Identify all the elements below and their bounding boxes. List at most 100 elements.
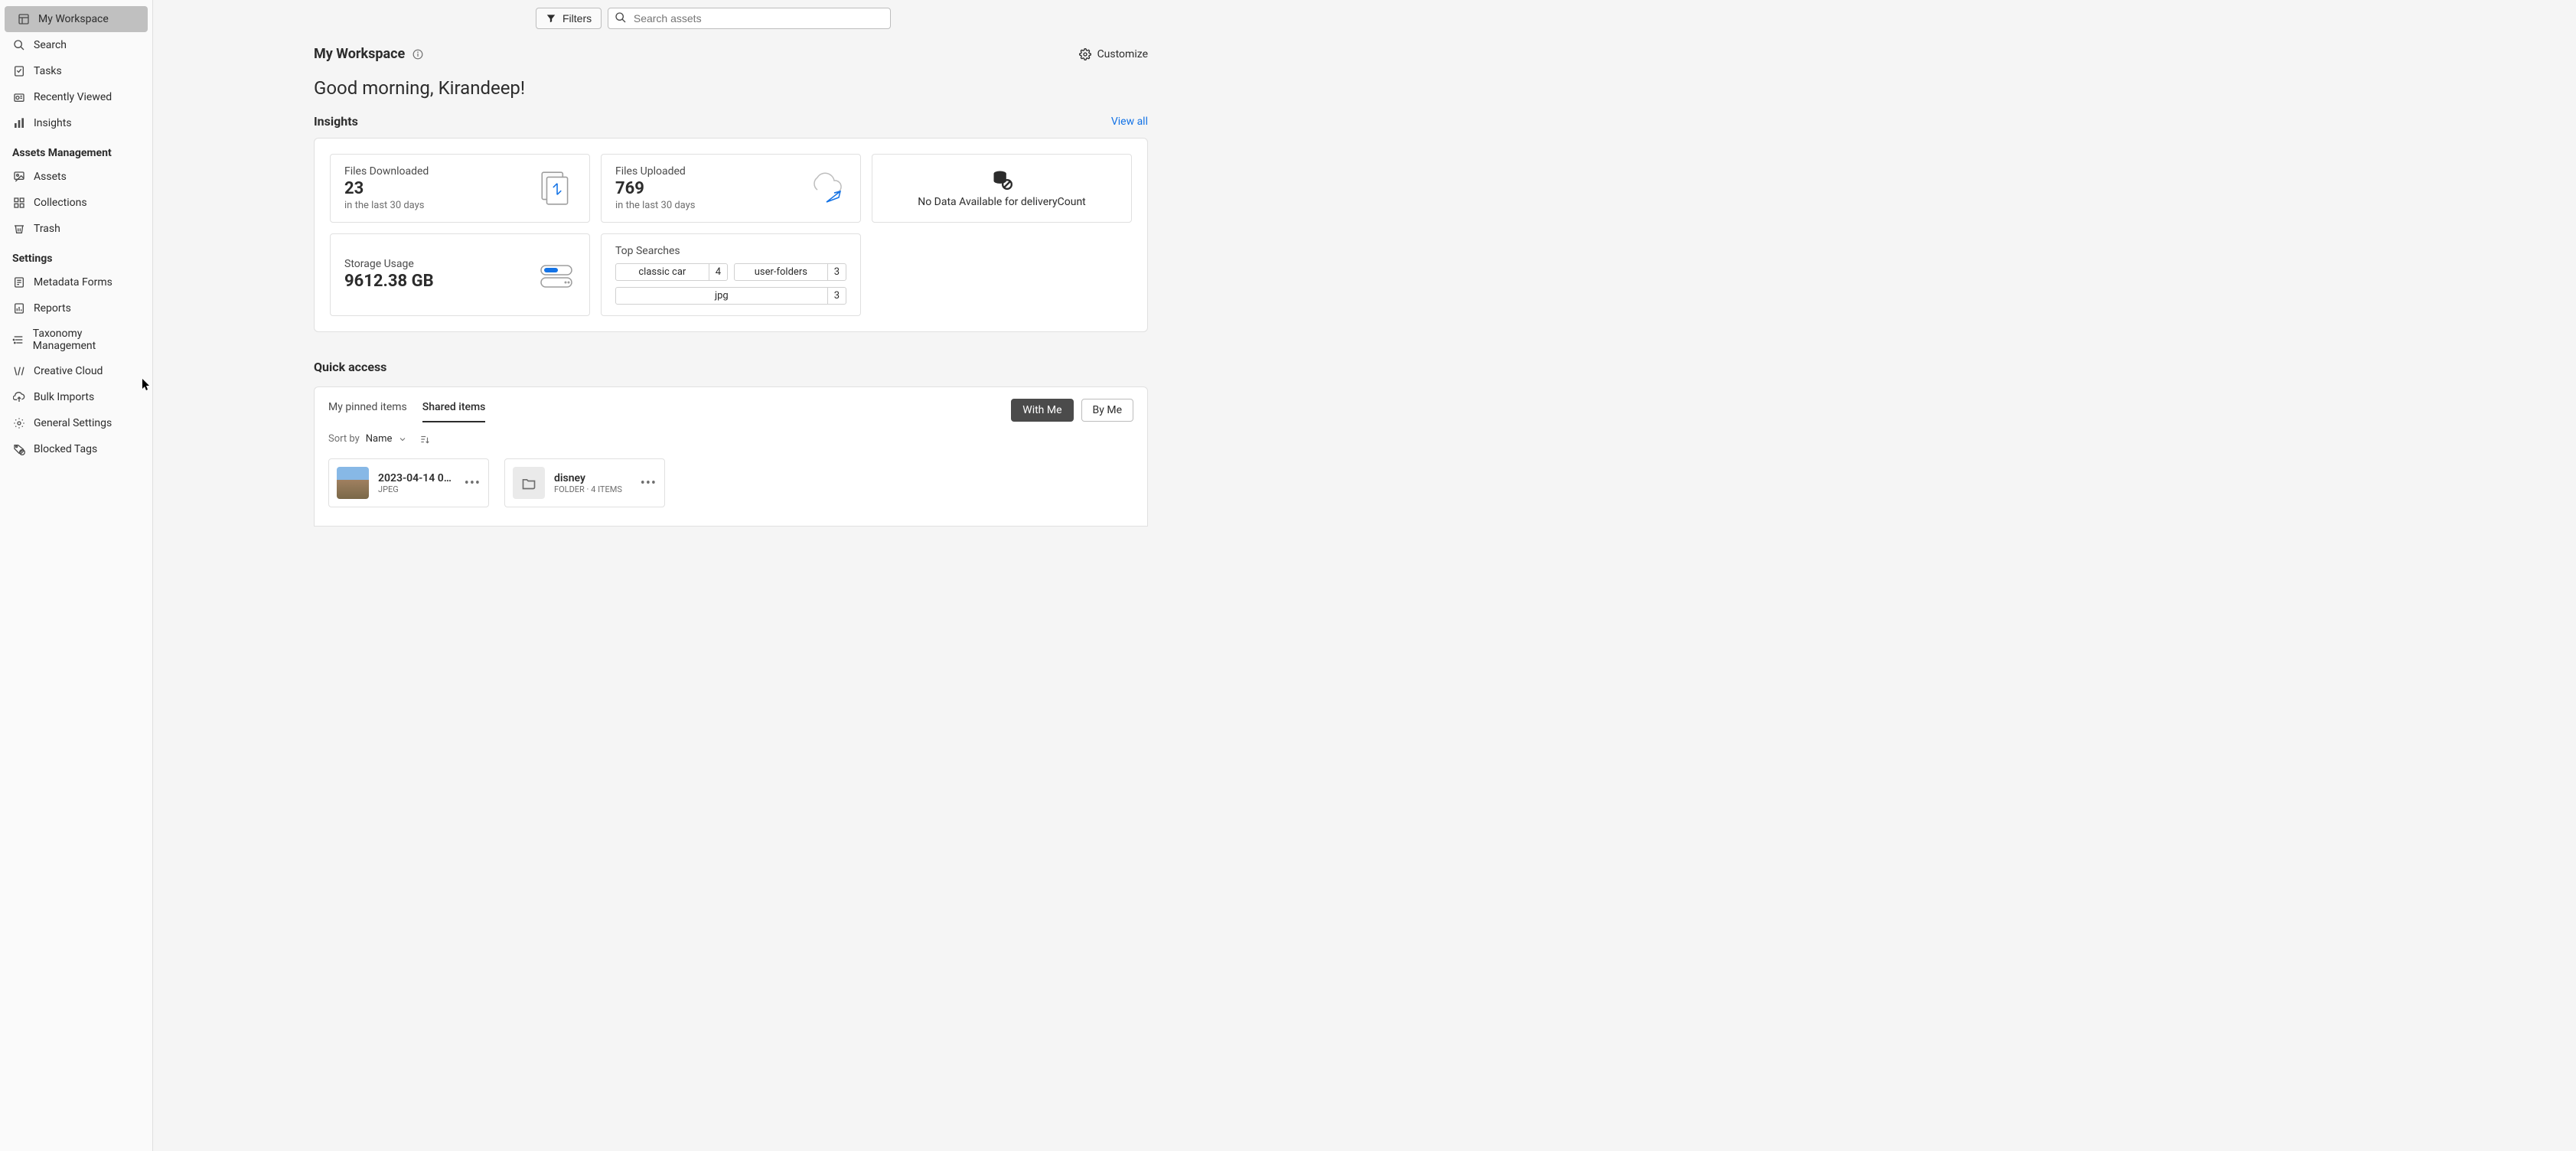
- share-toggle: With Me By Me: [1011, 399, 1133, 422]
- quick-access-panel: My pinned items Shared items With Me By Me…: [314, 386, 1148, 527]
- more-icon[interactable]: •••: [641, 475, 657, 491]
- tag-count: 3: [827, 264, 846, 280]
- sidebar-item-bulk-imports[interactable]: Bulk Imports: [0, 384, 152, 410]
- header-row: My Workspace Customize: [314, 46, 1148, 62]
- main-area: Filters My Workspace Customize: [153, 0, 2576, 1151]
- item-meta: JPEG: [378, 484, 455, 494]
- storage-icon: [537, 259, 576, 290]
- insight-storage: Storage Usage 9612.38 GB: [330, 233, 590, 316]
- sidebar-item-insights[interactable]: Insights: [0, 110, 152, 136]
- topbar: Filters: [153, 0, 2576, 37]
- search-box[interactable]: [608, 8, 891, 29]
- sidebar-item-label: Tasks: [34, 65, 62, 77]
- insight-label: Storage Usage: [344, 258, 434, 270]
- search-tag[interactable]: user-folders3: [734, 263, 846, 281]
- creativecloud-icon: [12, 364, 26, 378]
- item-name: disney: [554, 472, 631, 484]
- more-icon[interactable]: •••: [465, 475, 481, 491]
- sidebar-section-title: Assets Management: [0, 136, 152, 164]
- item-name: 2023-04-14 05.1…: [378, 472, 455, 484]
- sort-row: Sort by Name: [328, 433, 1133, 445]
- search-icon: [615, 11, 628, 25]
- view-all-link[interactable]: View all: [1111, 116, 1148, 128]
- assets-icon: [12, 170, 26, 184]
- trash-icon: [12, 222, 26, 236]
- sort-direction-icon[interactable]: [419, 434, 430, 445]
- sidebar-item-my-workspace[interactable]: My Workspace: [5, 6, 148, 32]
- sidebar-item-reports[interactable]: Reports: [0, 295, 152, 321]
- tab-shared-items[interactable]: Shared items: [422, 398, 486, 422]
- sidebar-item-collections[interactable]: Collections: [0, 190, 152, 216]
- reports-icon: [12, 302, 26, 315]
- quick-access-title: Quick access: [314, 360, 1148, 374]
- sidebar-item-label: Insights: [34, 117, 72, 129]
- sidebar-item-label: My Workspace: [38, 13, 109, 25]
- search-tag[interactable]: classic car4: [615, 263, 728, 281]
- toggle-by-me[interactable]: By Me: [1081, 399, 1133, 422]
- upload-icon: [804, 169, 846, 207]
- sidebar-section-title: Settings: [0, 242, 152, 269]
- sidebar-item-label: Blocked Tags: [34, 443, 97, 455]
- sidebar-item-creative-cloud[interactable]: Creative Cloud: [0, 358, 152, 384]
- items-row: 2023-04-14 05.1…JPEG•••disneyFOLDER · 4 …: [328, 458, 1133, 507]
- folder-icon: [513, 467, 545, 499]
- tab-my-pinned-items[interactable]: My pinned items: [328, 398, 407, 422]
- sidebar-item-label: Trash: [34, 223, 60, 235]
- sort-value[interactable]: Name: [366, 433, 393, 445]
- tag-count: 4: [709, 264, 727, 280]
- sidebar-item-search[interactable]: Search: [0, 32, 152, 58]
- tag-count: 3: [827, 288, 846, 304]
- download-icon: [537, 169, 576, 207]
- taxonomy-icon: [12, 333, 25, 347]
- no-data-icon: [991, 168, 1012, 190]
- insights-title: Insights: [314, 114, 358, 129]
- insight-value: 9612.38 GB: [344, 272, 434, 291]
- sidebar-item-label: Recently Viewed: [34, 91, 112, 103]
- info-icon[interactable]: [412, 49, 423, 60]
- tag-label: jpg: [616, 288, 827, 304]
- collections-icon: [12, 196, 26, 210]
- insight-sublabel: in the last 30 days: [344, 200, 429, 211]
- sidebar-item-general-settings[interactable]: General Settings: [0, 410, 152, 436]
- insight-sublabel: in the last 30 days: [615, 200, 696, 211]
- tag-label: classic car: [616, 264, 709, 280]
- chevron-down-icon[interactable]: [398, 435, 407, 444]
- item-card[interactable]: disneyFOLDER · 4 ITEMS•••: [504, 458, 665, 507]
- sidebar-item-label: Taxonomy Management: [33, 328, 140, 352]
- customize-button[interactable]: Customize: [1079, 48, 1148, 60]
- gear-icon: [12, 416, 26, 430]
- search-tag[interactable]: jpg3: [615, 287, 846, 305]
- filters-label: Filters: [562, 12, 592, 24]
- insights-icon: [12, 116, 26, 130]
- greeting: Good morning, Kirandeep!: [314, 77, 1148, 99]
- insight-top-searches: Top Searches classic car4 user-folders3 jp…: [601, 233, 861, 316]
- insight-label: Files Downloaded: [344, 165, 429, 178]
- no-data-text: No Data Available for deliveryCount: [918, 196, 1086, 208]
- insight-label: Top Searches: [615, 245, 680, 257]
- insight-uploads: Files Uploaded 769 in the last 30 days: [601, 154, 861, 223]
- bulkimport-icon: [12, 390, 26, 404]
- thumbnail-image: [337, 467, 369, 499]
- tabs: My pinned items Shared items: [328, 398, 485, 422]
- sidebar-item-trash[interactable]: Trash: [0, 216, 152, 242]
- sidebar-item-tasks[interactable]: Tasks: [0, 58, 152, 84]
- toggle-with-me[interactable]: With Me: [1011, 399, 1073, 422]
- item-card[interactable]: 2023-04-14 05.1…JPEG •••: [328, 458, 489, 507]
- sidebar-item-label: Creative Cloud: [34, 365, 103, 377]
- customize-label: Customize: [1097, 48, 1148, 60]
- insight-value: 769: [615, 179, 696, 198]
- search-input[interactable]: [634, 12, 884, 24]
- sidebar-item-blocked-tags[interactable]: Blocked Tags: [0, 436, 152, 462]
- sidebar-item-taxonomy-management[interactable]: Taxonomy Management: [0, 321, 152, 358]
- sidebar-item-label: Collections: [34, 197, 87, 209]
- sidebar-item-recently-viewed[interactable]: Recently Viewed: [0, 84, 152, 110]
- insight-downloads: Files Downloaded 23 in the last 30 days: [330, 154, 590, 223]
- page-title-text: My Workspace: [314, 46, 405, 62]
- sidebar: My Workspace Search Tasks Recently Viewed In…: [0, 0, 153, 1151]
- recent-icon: [12, 90, 26, 104]
- insight-value: 23: [344, 179, 429, 198]
- sidebar-item-metadata-forms[interactable]: Metadata Forms: [0, 269, 152, 295]
- sidebar-item-assets[interactable]: Assets: [0, 164, 152, 190]
- filters-button[interactable]: Filters: [536, 8, 602, 29]
- sidebar-item-label: Metadata Forms: [34, 276, 112, 289]
